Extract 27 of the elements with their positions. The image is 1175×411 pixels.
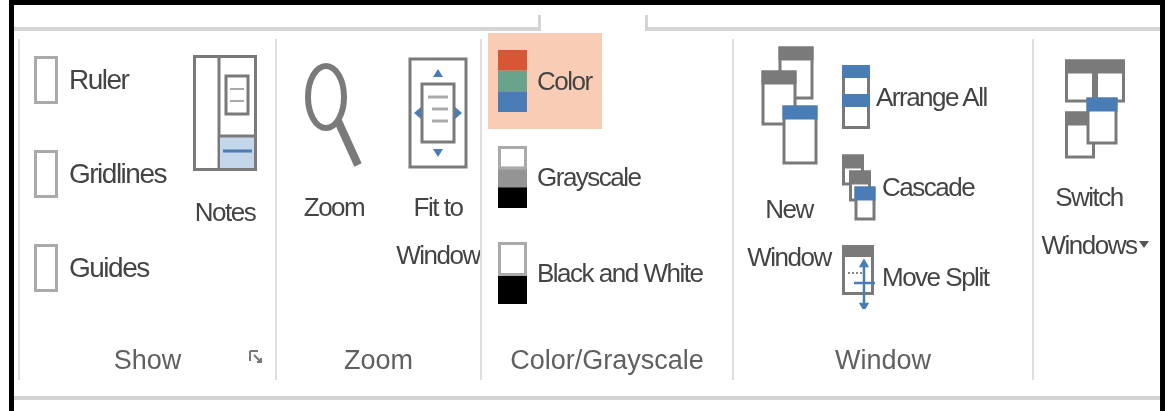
color-mode-option[interactable]: Color [488,33,602,129]
group-label: Window [835,343,931,377]
fit-to-window-button[interactable]: Fit to Window [393,57,483,279]
dialog-launcher-icon[interactable] [249,350,263,364]
group-label: Zoom [344,343,413,377]
notes-pane-icon [193,55,257,171]
zoom-button[interactable]: Zoom [289,57,379,231]
color-swatch-icon [498,50,527,112]
notes-button[interactable]: Notes [193,55,257,232]
fit-to-window-icon [408,57,468,169]
new-window-button[interactable]: New Window [744,45,834,281]
color-mode-option[interactable]: Grayscale [488,129,651,225]
color-swatch-icon [498,242,527,304]
checkbox[interactable]: Ruler [34,33,166,127]
window-command-button[interactable]: Cascade [842,151,989,223]
group-label: Show [113,343,182,377]
color-swatch-icon [498,146,527,208]
checkbox[interactable]: Guides [34,221,166,315]
switch-windows-button[interactable]: Switch Windows [1034,31,1156,269]
cascade-icon [842,153,876,221]
color-mode-option[interactable]: Black and White [488,225,713,321]
group-label: Color/Grayscale [510,343,704,377]
arrange-all-icon [842,65,870,129]
window-command-button[interactable]: Arrange All [842,61,989,133]
checkbox[interactable]: Gridlines [34,127,166,221]
move-split-icon [842,245,876,309]
window-command-button[interactable]: Move Split [842,241,989,313]
